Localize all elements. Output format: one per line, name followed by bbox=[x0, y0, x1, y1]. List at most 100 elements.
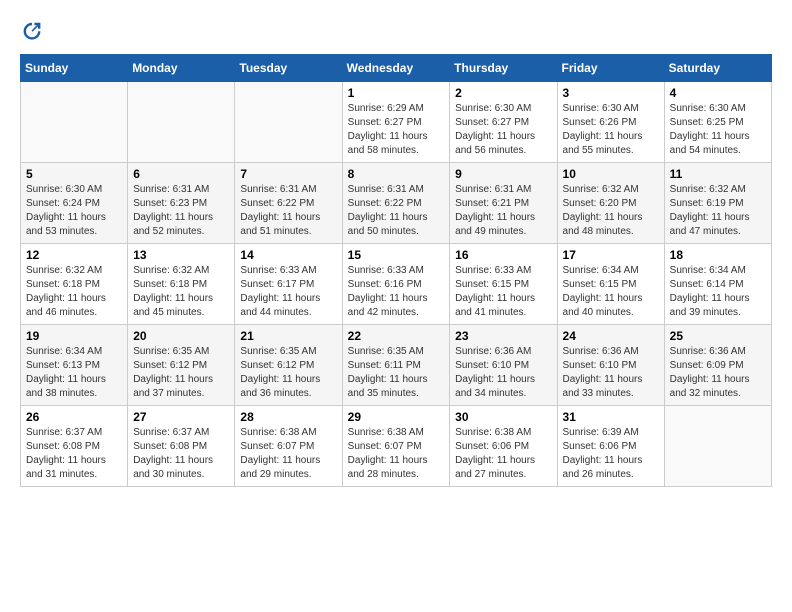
weekday-header-saturday: Saturday bbox=[664, 55, 771, 82]
day-number: 10 bbox=[563, 167, 659, 181]
day-number: 4 bbox=[670, 86, 766, 100]
logo-icon bbox=[20, 20, 44, 44]
calendar-cell: 21 Sunrise: 6:35 AM Sunset: 6:12 PM Dayli… bbox=[235, 325, 342, 406]
day-info: Sunrise: 6:35 AM Sunset: 6:11 PM Dayligh… bbox=[348, 345, 445, 401]
day-number: 23 bbox=[455, 329, 551, 343]
day-number: 1 bbox=[348, 86, 445, 100]
calendar-cell: 14 Sunrise: 6:33 AM Sunset: 6:17 PM Dayli… bbox=[235, 244, 342, 325]
day-number: 21 bbox=[240, 329, 336, 343]
calendar-cell: 12Sunrise: 6:32 AM Sunset: 6:18 PM Dayli… bbox=[21, 244, 128, 325]
calendar-week-row: 26Sunrise: 6:37 AM Sunset: 6:08 PM Dayli… bbox=[21, 406, 772, 487]
day-number: 17 bbox=[563, 248, 659, 262]
calendar-cell bbox=[664, 406, 771, 487]
day-info: Sunrise: 6:32 AM Sunset: 6:19 PM Dayligh… bbox=[670, 183, 766, 239]
day-info: Sunrise: 6:31 AM Sunset: 6:21 PM Dayligh… bbox=[455, 183, 551, 239]
day-number: 15 bbox=[348, 248, 445, 262]
logo bbox=[20, 20, 48, 44]
day-number: 20 bbox=[133, 329, 229, 343]
day-info: Sunrise: 6:38 AM Sunset: 6:06 PM Dayligh… bbox=[455, 426, 551, 482]
day-number: 27 bbox=[133, 410, 229, 424]
day-number: 25 bbox=[670, 329, 766, 343]
calendar-cell: 1 Sunrise: 6:29 AM Sunset: 6:27 PM Daylig… bbox=[342, 82, 450, 163]
calendar-cell: 16 Sunrise: 6:33 AM Sunset: 6:15 PM Dayli… bbox=[450, 244, 557, 325]
calendar-cell: 9 Sunrise: 6:31 AM Sunset: 6:21 PM Daylig… bbox=[450, 163, 557, 244]
calendar-cell: 19 Sunrise: 6:34 AM Sunset: 6:13 PM Dayli… bbox=[21, 325, 128, 406]
calendar-cell: 17 Sunrise: 6:34 AM Sunset: 6:15 PM Dayli… bbox=[557, 244, 664, 325]
day-info: Sunrise: 6:34 AM Sunset: 6:14 PM Dayligh… bbox=[670, 264, 766, 320]
calendar-week-row: 19 Sunrise: 6:34 AM Sunset: 6:13 PM Dayli… bbox=[21, 325, 772, 406]
day-info: Sunrise: 6:38 AM Sunset: 6:07 PM Dayligh… bbox=[348, 426, 445, 482]
day-number: 31 bbox=[563, 410, 659, 424]
page-header bbox=[20, 20, 772, 44]
day-info: Sunrise: 6:32 AM Sunset: 6:18 PM Dayligh… bbox=[133, 264, 229, 320]
day-number: 16 bbox=[455, 248, 551, 262]
weekday-header-tuesday: Tuesday bbox=[235, 55, 342, 82]
calendar-cell: 18 Sunrise: 6:34 AM Sunset: 6:14 PM Dayli… bbox=[664, 244, 771, 325]
day-info: Sunrise: 6:31 AM Sunset: 6:23 PM Dayligh… bbox=[133, 183, 229, 239]
day-number: 26 bbox=[26, 410, 122, 424]
day-info: Sunrise: 6:36 AM Sunset: 6:10 PM Dayligh… bbox=[455, 345, 551, 401]
day-info: Sunrise: 6:29 AM Sunset: 6:27 PM Dayligh… bbox=[348, 102, 445, 158]
day-number: 30 bbox=[455, 410, 551, 424]
calendar-cell bbox=[235, 82, 342, 163]
calendar-cell: 30 Sunrise: 6:38 AM Sunset: 6:06 PM Dayli… bbox=[450, 406, 557, 487]
weekday-header-monday: Monday bbox=[128, 55, 235, 82]
day-number: 14 bbox=[240, 248, 336, 262]
calendar-cell: 29 Sunrise: 6:38 AM Sunset: 6:07 PM Dayli… bbox=[342, 406, 450, 487]
calendar-cell: 28Sunrise: 6:38 AM Sunset: 6:07 PM Dayli… bbox=[235, 406, 342, 487]
day-number: 8 bbox=[348, 167, 445, 181]
calendar-cell: 6 Sunrise: 6:31 AM Sunset: 6:23 PM Daylig… bbox=[128, 163, 235, 244]
day-number: 19 bbox=[26, 329, 122, 343]
day-number: 24 bbox=[563, 329, 659, 343]
day-info: Sunrise: 6:33 AM Sunset: 6:16 PM Dayligh… bbox=[348, 264, 445, 320]
calendar-cell: 24Sunrise: 6:36 AM Sunset: 6:10 PM Dayli… bbox=[557, 325, 664, 406]
calendar-cell: 3Sunrise: 6:30 AM Sunset: 6:26 PM Daylig… bbox=[557, 82, 664, 163]
calendar-cell: 10Sunrise: 6:32 AM Sunset: 6:20 PM Dayli… bbox=[557, 163, 664, 244]
day-info: Sunrise: 6:39 AM Sunset: 6:06 PM Dayligh… bbox=[563, 426, 659, 482]
calendar-cell: 27Sunrise: 6:37 AM Sunset: 6:08 PM Dayli… bbox=[128, 406, 235, 487]
calendar-cell: 26Sunrise: 6:37 AM Sunset: 6:08 PM Dayli… bbox=[21, 406, 128, 487]
calendar-cell: 11 Sunrise: 6:32 AM Sunset: 6:19 PM Dayli… bbox=[664, 163, 771, 244]
calendar-cell: 20 Sunrise: 6:35 AM Sunset: 6:12 PM Dayli… bbox=[128, 325, 235, 406]
calendar-cell: 31 Sunrise: 6:39 AM Sunset: 6:06 PM Dayli… bbox=[557, 406, 664, 487]
day-number: 9 bbox=[455, 167, 551, 181]
day-number: 22 bbox=[348, 329, 445, 343]
weekday-header-sunday: Sunday bbox=[21, 55, 128, 82]
day-number: 6 bbox=[133, 167, 229, 181]
day-info: Sunrise: 6:36 AM Sunset: 6:09 PM Dayligh… bbox=[670, 345, 766, 401]
calendar-cell: 8 Sunrise: 6:31 AM Sunset: 6:22 PM Daylig… bbox=[342, 163, 450, 244]
day-info: Sunrise: 6:30 AM Sunset: 6:24 PM Dayligh… bbox=[26, 183, 122, 239]
calendar-week-row: 1 Sunrise: 6:29 AM Sunset: 6:27 PM Daylig… bbox=[21, 82, 772, 163]
day-number: 18 bbox=[670, 248, 766, 262]
calendar-cell: 22 Sunrise: 6:35 AM Sunset: 6:11 PM Dayli… bbox=[342, 325, 450, 406]
day-number: 28 bbox=[240, 410, 336, 424]
calendar-cell: 23 Sunrise: 6:36 AM Sunset: 6:10 PM Dayli… bbox=[450, 325, 557, 406]
calendar-cell bbox=[128, 82, 235, 163]
day-number: 2 bbox=[455, 86, 551, 100]
day-number: 5 bbox=[26, 167, 122, 181]
day-number: 7 bbox=[240, 167, 336, 181]
calendar-cell: 2Sunrise: 6:30 AM Sunset: 6:27 PM Daylig… bbox=[450, 82, 557, 163]
day-info: Sunrise: 6:33 AM Sunset: 6:15 PM Dayligh… bbox=[455, 264, 551, 320]
calendar-cell: 25 Sunrise: 6:36 AM Sunset: 6:09 PM Dayli… bbox=[664, 325, 771, 406]
day-info: Sunrise: 6:30 AM Sunset: 6:26 PM Dayligh… bbox=[563, 102, 659, 158]
weekday-header-friday: Friday bbox=[557, 55, 664, 82]
day-info: Sunrise: 6:35 AM Sunset: 6:12 PM Dayligh… bbox=[240, 345, 336, 401]
day-number: 29 bbox=[348, 410, 445, 424]
day-info: Sunrise: 6:30 AM Sunset: 6:25 PM Dayligh… bbox=[670, 102, 766, 158]
calendar-cell bbox=[21, 82, 128, 163]
day-info: Sunrise: 6:31 AM Sunset: 6:22 PM Dayligh… bbox=[240, 183, 336, 239]
calendar-week-row: 5 Sunrise: 6:30 AM Sunset: 6:24 PM Daylig… bbox=[21, 163, 772, 244]
calendar-cell: 5 Sunrise: 6:30 AM Sunset: 6:24 PM Daylig… bbox=[21, 163, 128, 244]
calendar-week-row: 12 Sunrise: 6:32 AM Sunset: 6:18 PM Dayli… bbox=[21, 244, 772, 325]
day-number: 12 bbox=[26, 248, 122, 262]
calendar-cell: 13Sunrise: 6:32 AM Sunset: 6:18 PM Dayli… bbox=[128, 244, 235, 325]
calendar-table: SundayMondayTuesdayWednesdayThursdayFrid… bbox=[20, 54, 772, 487]
day-info: Sunrise: 6:35 AM Sunset: 6:12 PM Dayligh… bbox=[133, 345, 229, 401]
day-info: Sunrise: 6:34 AM Sunset: 6:13 PM Dayligh… bbox=[26, 345, 122, 401]
calendar-cell: 15 Sunrise: 6:33 AM Sunset: 6:16 PM Dayli… bbox=[342, 244, 450, 325]
day-info: Sunrise: 6:31 AM Sunset: 6:22 PM Dayligh… bbox=[348, 183, 445, 239]
day-number: 11 bbox=[670, 167, 766, 181]
day-info: Sunrise: 6:34 AM Sunset: 6:15 PM Dayligh… bbox=[563, 264, 659, 320]
day-info: Sunrise: 6:33 AM Sunset: 6:17 PM Dayligh… bbox=[240, 264, 336, 320]
